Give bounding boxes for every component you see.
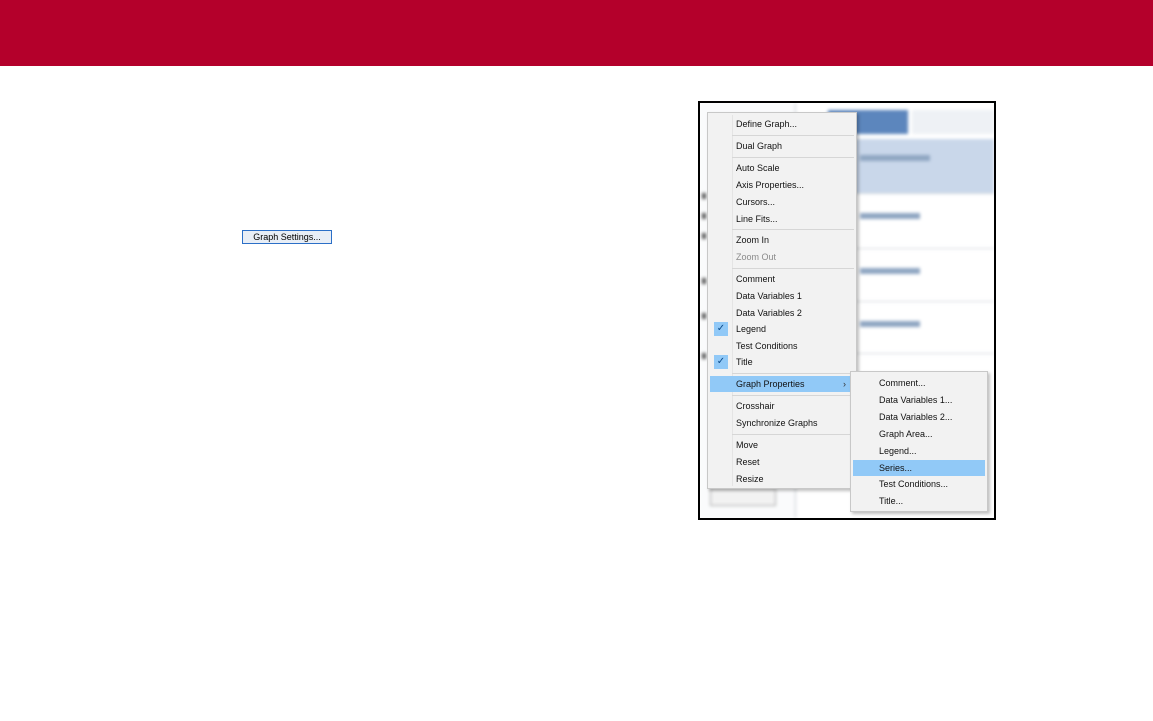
menu-item-label: Test Conditions <box>736 341 798 351</box>
menu-item-label: Cursors... <box>736 197 776 207</box>
checkmark-icon: ✓ <box>714 322 728 336</box>
checkmark-icon: ✓ <box>714 355 728 369</box>
graph-properties-submenu: Comment... Data Variables 1... Data Vari… <box>850 371 988 512</box>
menu-separator <box>732 373 854 374</box>
menu-item-label: Legend <box>736 324 767 334</box>
background-button <box>710 488 776 506</box>
submenu-item-graph-area[interactable]: Graph Area... <box>853 426 985 442</box>
menu-separator <box>732 135 854 136</box>
menu-separator <box>732 395 854 396</box>
menu-item-title[interactable]: ✓ Title <box>710 354 854 370</box>
menu-item-label: Define Graph... <box>736 119 798 129</box>
menu-item-reset[interactable]: Reset <box>710 454 854 470</box>
menu-separator <box>732 268 854 269</box>
background-text <box>860 155 930 161</box>
menu-item-zoom-in[interactable]: Zoom In <box>710 232 854 248</box>
submenu-item-data-variables-1[interactable]: Data Variables 1... <box>853 392 985 408</box>
menu-item-define-graph[interactable]: Define Graph... <box>710 116 854 132</box>
background-number <box>702 233 706 239</box>
chevron-right-icon: › <box>843 379 846 389</box>
graph-settings-button[interactable]: Graph Settings... <box>242 230 332 244</box>
menu-item-label: Data Variables 2 <box>736 308 802 318</box>
menu-item-label: Data Variables 1 <box>736 291 802 301</box>
menu-item-label: Line Fits... <box>736 214 778 224</box>
menu-item-line-fits[interactable]: Line Fits... <box>710 211 854 227</box>
menu-item-label: Zoom Out <box>736 252 777 262</box>
menu-item-label: Comment <box>736 274 776 284</box>
menu-item-label: Data Variables 2... <box>879 412 953 422</box>
menu-item-label: Synchronize Graphs <box>736 418 818 428</box>
menu-item-label: Data Variables 1... <box>879 395 953 405</box>
menu-item-label: Reset <box>736 457 760 467</box>
menu-item-label: Legend... <box>879 446 917 456</box>
menu-item-label: Series... <box>879 463 913 473</box>
graph-context-menu: Define Graph... Dual Graph Auto Scale Ax… <box>707 112 857 489</box>
menu-item-label: Test Conditions... <box>879 479 949 489</box>
menu-item-cursors[interactable]: Cursors... <box>710 194 854 210</box>
menu-item-legend[interactable]: ✓ Legend <box>710 321 854 337</box>
submenu-item-series[interactable]: Series... <box>853 460 985 476</box>
menu-item-label: Title... <box>879 496 904 506</box>
background-number <box>702 353 706 359</box>
menu-separator <box>732 229 854 230</box>
menu-item-synchronize-graphs[interactable]: Synchronize Graphs <box>710 415 854 431</box>
menu-item-resize[interactable]: Resize <box>710 471 854 487</box>
background-number <box>702 193 706 199</box>
background-number <box>702 213 706 219</box>
menu-item-label: Comment... <box>879 378 926 388</box>
background-text <box>860 321 920 327</box>
menu-item-label: Dual Graph <box>736 141 783 151</box>
menu-item-crosshair[interactable]: Crosshair <box>710 398 854 414</box>
submenu-item-comment[interactable]: Comment... <box>853 375 985 391</box>
background-tab <box>912 110 994 134</box>
menu-item-label: Graph Properties <box>736 379 805 389</box>
submenu-item-data-variables-2[interactable]: Data Variables 2... <box>853 409 985 425</box>
menu-item-move[interactable]: Move <box>710 437 854 453</box>
menu-item-label: Zoom In <box>736 235 770 245</box>
menu-item-label: Axis Properties... <box>736 180 805 190</box>
screenshot-frame: Define Graph... Dual Graph Auto Scale Ax… <box>698 101 996 520</box>
menu-item-label: Graph Area... <box>879 429 933 439</box>
background-number <box>702 313 706 319</box>
menu-item-label: Auto Scale <box>736 163 780 173</box>
header-banner <box>0 0 1153 66</box>
menu-item-label: Resize <box>736 474 764 484</box>
menu-item-test-conditions[interactable]: Test Conditions <box>710 338 854 354</box>
submenu-item-legend[interactable]: Legend... <box>853 443 985 459</box>
submenu-item-title[interactable]: Title... <box>853 493 985 509</box>
background-text <box>860 213 920 219</box>
menu-item-auto-scale[interactable]: Auto Scale <box>710 160 854 176</box>
menu-item-comment[interactable]: Comment <box>710 271 854 287</box>
menu-item-label: Title <box>736 357 753 367</box>
menu-item-data-variables-2[interactable]: Data Variables 2 <box>710 305 854 321</box>
menu-item-data-variables-1[interactable]: Data Variables 1 <box>710 288 854 304</box>
submenu-item-test-conditions[interactable]: Test Conditions... <box>853 476 985 492</box>
menu-item-zoom-out: Zoom Out <box>710 249 854 265</box>
menu-item-axis-properties[interactable]: Axis Properties... <box>710 177 854 193</box>
menu-item-label: Crosshair <box>736 401 775 411</box>
menu-item-dual-graph[interactable]: Dual Graph <box>710 138 854 154</box>
background-text <box>860 268 920 274</box>
menu-separator <box>732 157 854 158</box>
menu-separator <box>732 434 854 435</box>
menu-item-label: Move <box>736 440 759 450</box>
background-number <box>702 278 706 284</box>
menu-item-graph-properties[interactable]: Graph Properties › <box>710 376 854 392</box>
